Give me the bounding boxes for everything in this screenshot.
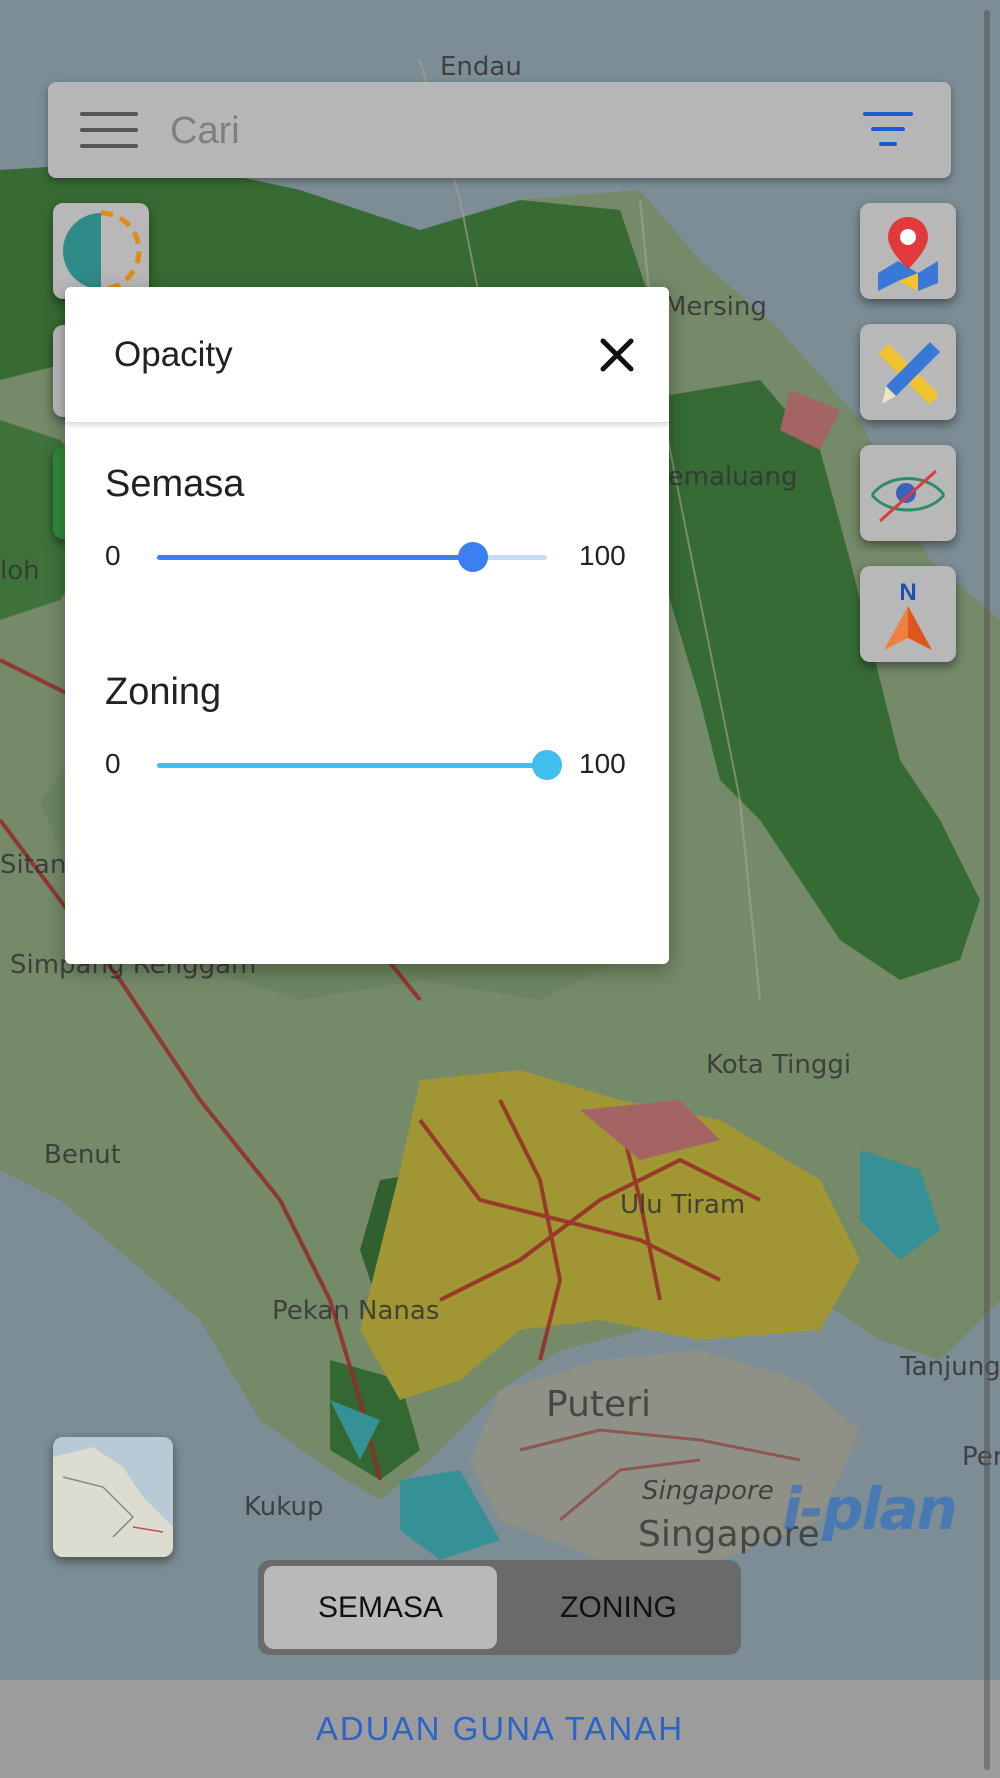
svg-text:N: N (899, 579, 916, 606)
tab-zoning[interactable]: ZONING (502, 1566, 735, 1649)
draw-measure-icon (878, 342, 940, 405)
draw-measure-button[interactable] (860, 324, 956, 420)
close-icon (600, 338, 634, 372)
opacity-slider-semasa[interactable] (157, 542, 547, 572)
slider-min-zoning: 0 (105, 748, 121, 779)
layer-opacity-icon (63, 210, 142, 292)
menu-icon[interactable] (80, 112, 138, 148)
slider-max-zoning: 100 (579, 748, 626, 779)
layer-opacity-button[interactable] (53, 203, 149, 299)
slider-label-semasa: Semasa (105, 463, 245, 505)
layer-toggle: SEMASA ZONING (258, 1560, 741, 1655)
slider-min-semasa: 0 (105, 540, 121, 571)
filter-icon[interactable] (863, 112, 913, 148)
slider-thumb[interactable] (457, 542, 488, 572)
basemap-preview-icon (53, 1437, 173, 1557)
dialog-title: Opacity (114, 335, 233, 374)
slider-fill (157, 555, 473, 560)
scrollbar[interactable] (984, 10, 990, 1770)
map-pin-icon (878, 217, 938, 291)
search-input[interactable] (168, 102, 772, 160)
close-button[interactable] (593, 331, 641, 379)
visibility-icon (870, 469, 946, 523)
slider-label-zoning: Zoning (105, 671, 222, 713)
slider-thumb[interactable] (532, 750, 562, 780)
slider-max-semasa: 100 (579, 540, 626, 571)
north-arrow-button[interactable]: N (860, 566, 956, 662)
slider-fill (157, 763, 547, 768)
north-arrow-icon: N (884, 579, 932, 650)
dialog-header: Opacity (65, 287, 669, 423)
basemap-thumbnail[interactable] (53, 1437, 173, 1557)
tab-semasa[interactable]: SEMASA (264, 1566, 497, 1649)
footer-bar: ADUAN GUNA TANAH (0, 1680, 1000, 1778)
visibility-button[interactable] (860, 445, 956, 541)
search-bar (48, 82, 951, 178)
location-button[interactable] (860, 203, 956, 299)
land-use-complaint-link[interactable]: ADUAN GUNA TANAH (0, 1710, 1000, 1748)
iplan-logo: i-plan (782, 1475, 958, 1543)
opacity-slider-zoning[interactable] (157, 750, 562, 780)
opacity-dialog: Opacity Semasa 0 100 Zoning 0 100 (65, 287, 669, 964)
